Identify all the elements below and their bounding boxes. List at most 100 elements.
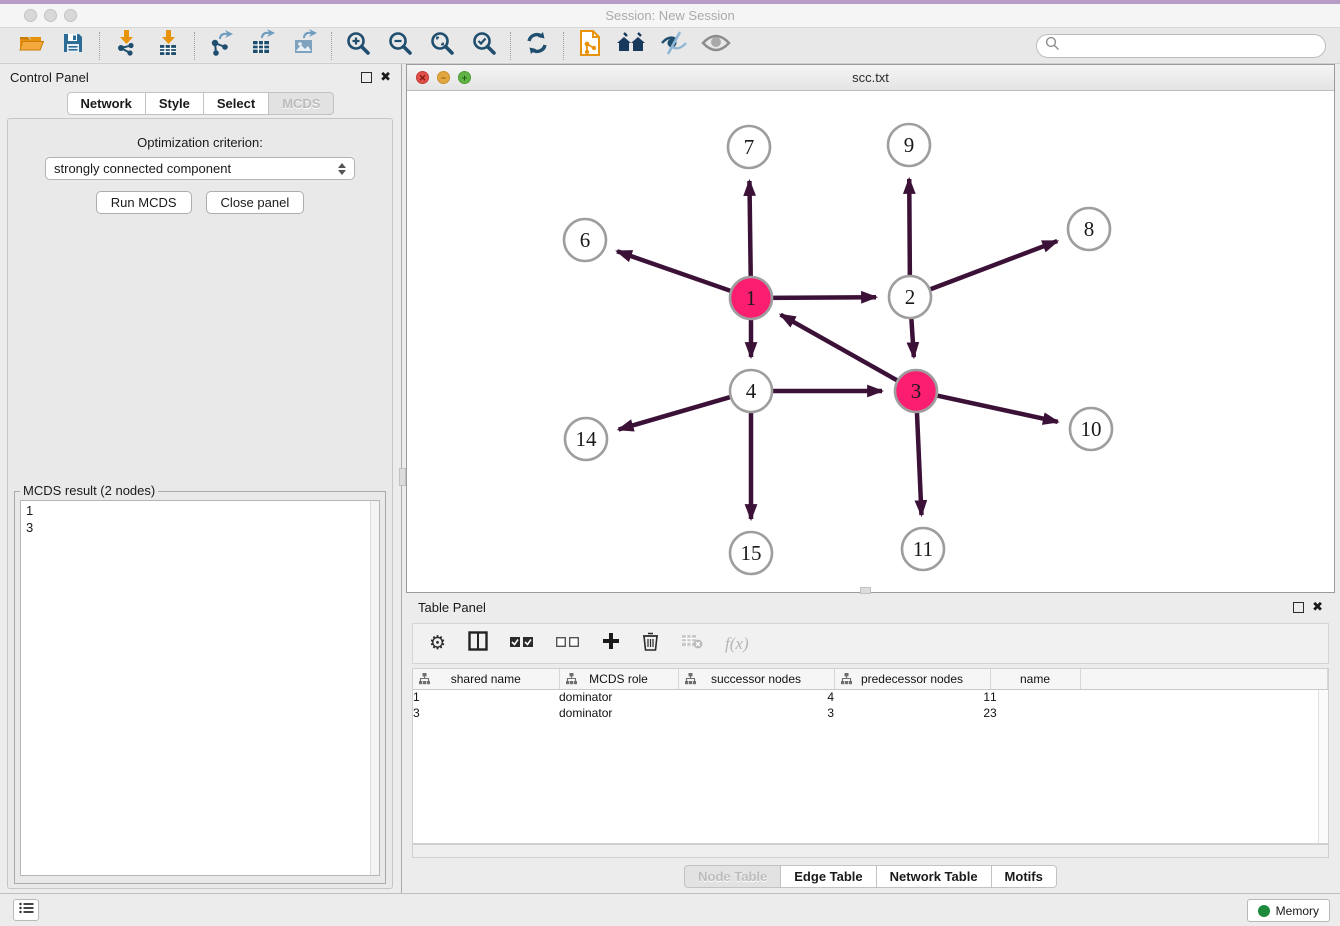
memory-status-icon [1258, 905, 1270, 917]
graph-edge-2-9[interactable] [909, 179, 910, 279]
column-header-shared-name[interactable]: shared name [413, 669, 559, 689]
mcds-result-title: MCDS result (2 nodes) [20, 483, 158, 498]
export-table-button[interactable] [242, 30, 284, 62]
search-input[interactable] [1066, 38, 1317, 53]
search-icon [1045, 36, 1060, 56]
network-window-titlebar[interactable]: ✕ − + scc.txt [407, 65, 1334, 91]
import-network-button[interactable] [105, 30, 147, 62]
run-mcds-button[interactable]: Run MCDS [96, 191, 192, 214]
status-bar: Memory [0, 893, 1340, 926]
function-builder-button[interactable]: f(x) [725, 634, 749, 654]
graph-edge-1-6[interactable] [617, 251, 734, 292]
tab-select[interactable]: Select [203, 92, 269, 115]
first-neighbors-button[interactable] [611, 30, 653, 62]
graph-edge-2-8[interactable] [927, 241, 1057, 291]
export-table-icon [249, 29, 277, 62]
column-header-name[interactable]: name [990, 669, 1080, 689]
mcds-result-item[interactable]: 3 [26, 519, 374, 536]
table-row[interactable]: 1 dominator 4 1 1 [413, 689, 1328, 705]
network-graph-svg: 7968124314101511 [407, 91, 1334, 592]
titlebar: Session: New Session [0, 4, 1340, 28]
hide-selected-button[interactable] [653, 30, 695, 62]
tab-network[interactable]: Network [67, 92, 146, 115]
table-panel-title: Table Panel [418, 600, 486, 615]
zoom-out-button[interactable] [379, 30, 421, 62]
vertical-split-handle[interactable] [399, 468, 406, 486]
tab-motifs[interactable]: Motifs [991, 865, 1057, 888]
network-canvas[interactable]: 7968124314101511 [407, 91, 1334, 592]
graph-node-label: 2 [905, 285, 916, 309]
network-file-button[interactable] [569, 30, 611, 62]
graph-edge-3-11[interactable] [917, 409, 922, 515]
graph-edge-2-3[interactable] [911, 315, 914, 357]
export-network-button[interactable] [200, 30, 242, 62]
network-file-icon [577, 28, 603, 63]
add-row-button[interactable] [602, 632, 620, 655]
column-header-successor-nodes[interactable]: successor nodes [678, 669, 834, 689]
tab-style[interactable]: Style [145, 92, 204, 115]
zoom-fit-icon [429, 30, 455, 61]
log-console-button[interactable] [13, 899, 39, 921]
zoom-fit-button[interactable] [421, 30, 463, 62]
close-panel-button[interactable]: Close panel [206, 191, 305, 214]
list-icon [19, 901, 34, 919]
mcds-result-item[interactable]: 1 [26, 502, 374, 519]
mcds-result-list[interactable]: 1 3 [20, 500, 380, 876]
table-vertical-scrollbar[interactable] [1318, 690, 1328, 843]
column-type-icon [419, 673, 430, 688]
optimization-criterion-value: strongly connected component [54, 161, 231, 176]
graph-node-label: 3 [911, 379, 922, 403]
graph-node-label: 15 [741, 541, 762, 565]
import-network-icon [113, 29, 139, 62]
graph-edge-1-2[interactable] [769, 297, 876, 298]
zoom-selected-icon [471, 30, 497, 61]
float-panel-icon[interactable] [361, 72, 372, 83]
graph-edge-4-14[interactable] [619, 396, 734, 429]
graph-edge-3-10[interactable] [934, 395, 1058, 422]
table-row[interactable]: 3 dominator 3 2 3 [413, 705, 1328, 721]
graph-node-label: 4 [746, 379, 757, 403]
graph-edge-3-1[interactable] [781, 315, 901, 382]
refresh-button[interactable] [516, 30, 558, 62]
table-settings-button[interactable]: ⚙ [429, 634, 446, 653]
import-table-button[interactable] [147, 30, 189, 62]
column-header-mcds-role[interactable]: MCDS role [559, 669, 678, 689]
network-view-window: ✕ − + scc.txt 7968124314101511 [406, 64, 1335, 593]
mcds-result-scrollbar[interactable] [370, 501, 379, 875]
optimization-criterion-select[interactable]: strongly connected component [45, 157, 355, 180]
close-panel-icon[interactable]: ✖ [1312, 601, 1323, 614]
export-image-button[interactable] [284, 30, 326, 62]
delete-table-icon [681, 633, 703, 654]
close-panel-icon[interactable]: ✖ [380, 71, 391, 84]
zoom-in-button[interactable] [337, 30, 379, 62]
delete-table-button[interactable] [681, 633, 703, 654]
column-header-predecessor-nodes[interactable]: predecessor nodes [834, 669, 990, 689]
window-title: Session: New Session [0, 8, 1340, 23]
tab-edge-table[interactable]: Edge Table [780, 865, 876, 888]
search-field[interactable] [1036, 34, 1326, 58]
delete-row-button[interactable] [642, 631, 659, 656]
tab-node-table[interactable]: Node Table [684, 865, 781, 888]
select-all-button[interactable] [510, 635, 534, 653]
tab-network-table[interactable]: Network Table [876, 865, 992, 888]
open-session-button[interactable] [10, 30, 52, 62]
toolbar-separator [510, 32, 511, 60]
graph-edge-1-7[interactable] [749, 181, 750, 280]
float-panel-icon[interactable] [1293, 602, 1304, 613]
show-column-button[interactable] [468, 631, 488, 656]
network-window-title: scc.txt [407, 70, 1334, 85]
eye-icon [701, 32, 731, 59]
hide-eye-icon [659, 30, 689, 61]
tab-mcds[interactable]: MCDS [268, 92, 334, 115]
unchecked-boxes-icon [556, 635, 580, 653]
import-table-icon [155, 29, 181, 62]
horizontal-split-handle[interactable] [860, 587, 871, 594]
memory-button[interactable]: Memory [1247, 899, 1330, 922]
table-horizontal-scrollbar[interactable] [412, 844, 1329, 858]
checked-boxes-icon [510, 635, 534, 653]
open-folder-icon [18, 31, 44, 60]
unselect-all-button[interactable] [556, 635, 580, 653]
save-session-button[interactable] [52, 30, 94, 62]
show-all-button[interactable] [695, 30, 737, 62]
zoom-selected-button[interactable] [463, 30, 505, 62]
